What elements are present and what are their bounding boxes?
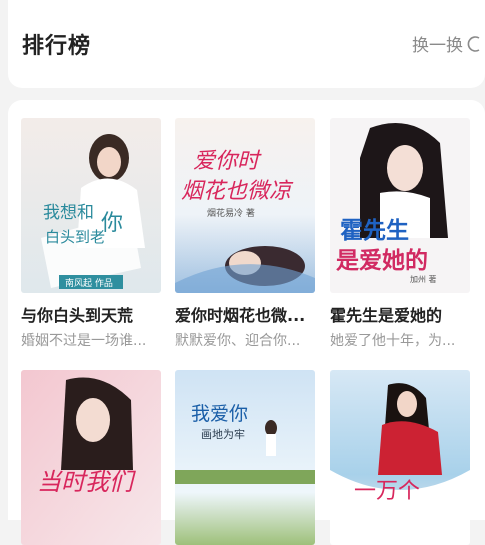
svg-text:加州 著: 加州 著 — [410, 274, 437, 284]
svg-text:烟花易冷 著: 烟花易冷 著 — [207, 207, 255, 219]
svg-text:霍先生: 霍先生 — [340, 218, 409, 244]
book-cover: 霍先生 是爱她的 加州 著 — [330, 118, 470, 293]
book-card[interactable]: 爱你时 烟花也微凉 烟花易冷 著 爱你时烟花也微... 默默爱你、迎合你... — [175, 118, 315, 350]
book-title: 爱你时烟花也微... — [175, 306, 306, 325]
book-title: 霍先生是爱她的 — [330, 306, 443, 325]
svg-text:我爱你: 我爱你 — [191, 403, 248, 425]
ranking-header: 排行榜 换一换 — [8, 0, 485, 88]
book-grid: 我想和 你 白头到老 南风起 作品 与你白头到天荒 婚姻不过是一场谁... 爱你… — [8, 100, 485, 545]
book-cover: 一万个 — [330, 370, 470, 545]
swap-label: 换一换 — [412, 36, 463, 56]
book-card[interactable]: 我爱你 画地为牢 — [175, 370, 315, 545]
svg-text:南风起 作品: 南风起 作品 — [65, 277, 113, 289]
book-description: 她爱了他十年，为... — [330, 333, 456, 349]
svg-text:是爱她的: 是爱她的 — [336, 247, 428, 274]
book-card[interactable]: 一万个 — [330, 370, 470, 545]
book-cover: 我想和 你 白头到老 南风起 作品 — [21, 118, 161, 293]
svg-text:白头到老: 白头到老 — [45, 228, 105, 246]
refresh-icon — [465, 34, 485, 54]
book-card[interactable]: 当时我们 — [21, 370, 161, 545]
book-title: 与你白头到天荒 — [21, 306, 134, 325]
book-cover: 爱你时 烟花也微凉 烟花易冷 著 — [175, 118, 315, 293]
svg-text:画地为牢: 画地为牢 — [201, 427, 245, 441]
book-card[interactable]: 霍先生 是爱她的 加州 著 霍先生是爱她的 她爱了他十年，为... — [330, 118, 470, 350]
svg-text:一万个: 一万个 — [354, 479, 420, 504]
book-card[interactable]: 我想和 你 白头到老 南风起 作品 与你白头到天荒 婚姻不过是一场谁... — [21, 118, 161, 350]
svg-text:爱你时: 爱你时 — [193, 149, 262, 174]
swap-button[interactable]: 换一换 — [412, 31, 485, 56]
svg-text:烟花也微凉: 烟花也微凉 — [181, 179, 294, 204]
svg-text:我想和: 我想和 — [43, 203, 94, 223]
ranking-title: 排行榜 — [22, 34, 92, 59]
book-description: 婚姻不过是一场谁... — [21, 333, 147, 349]
book-cover: 当时我们 — [21, 370, 161, 545]
book-description: 默默爱你、迎合你... — [175, 333, 301, 349]
book-cover: 我爱你 画地为牢 — [175, 370, 315, 545]
svg-text:当时我们: 当时我们 — [37, 468, 136, 496]
